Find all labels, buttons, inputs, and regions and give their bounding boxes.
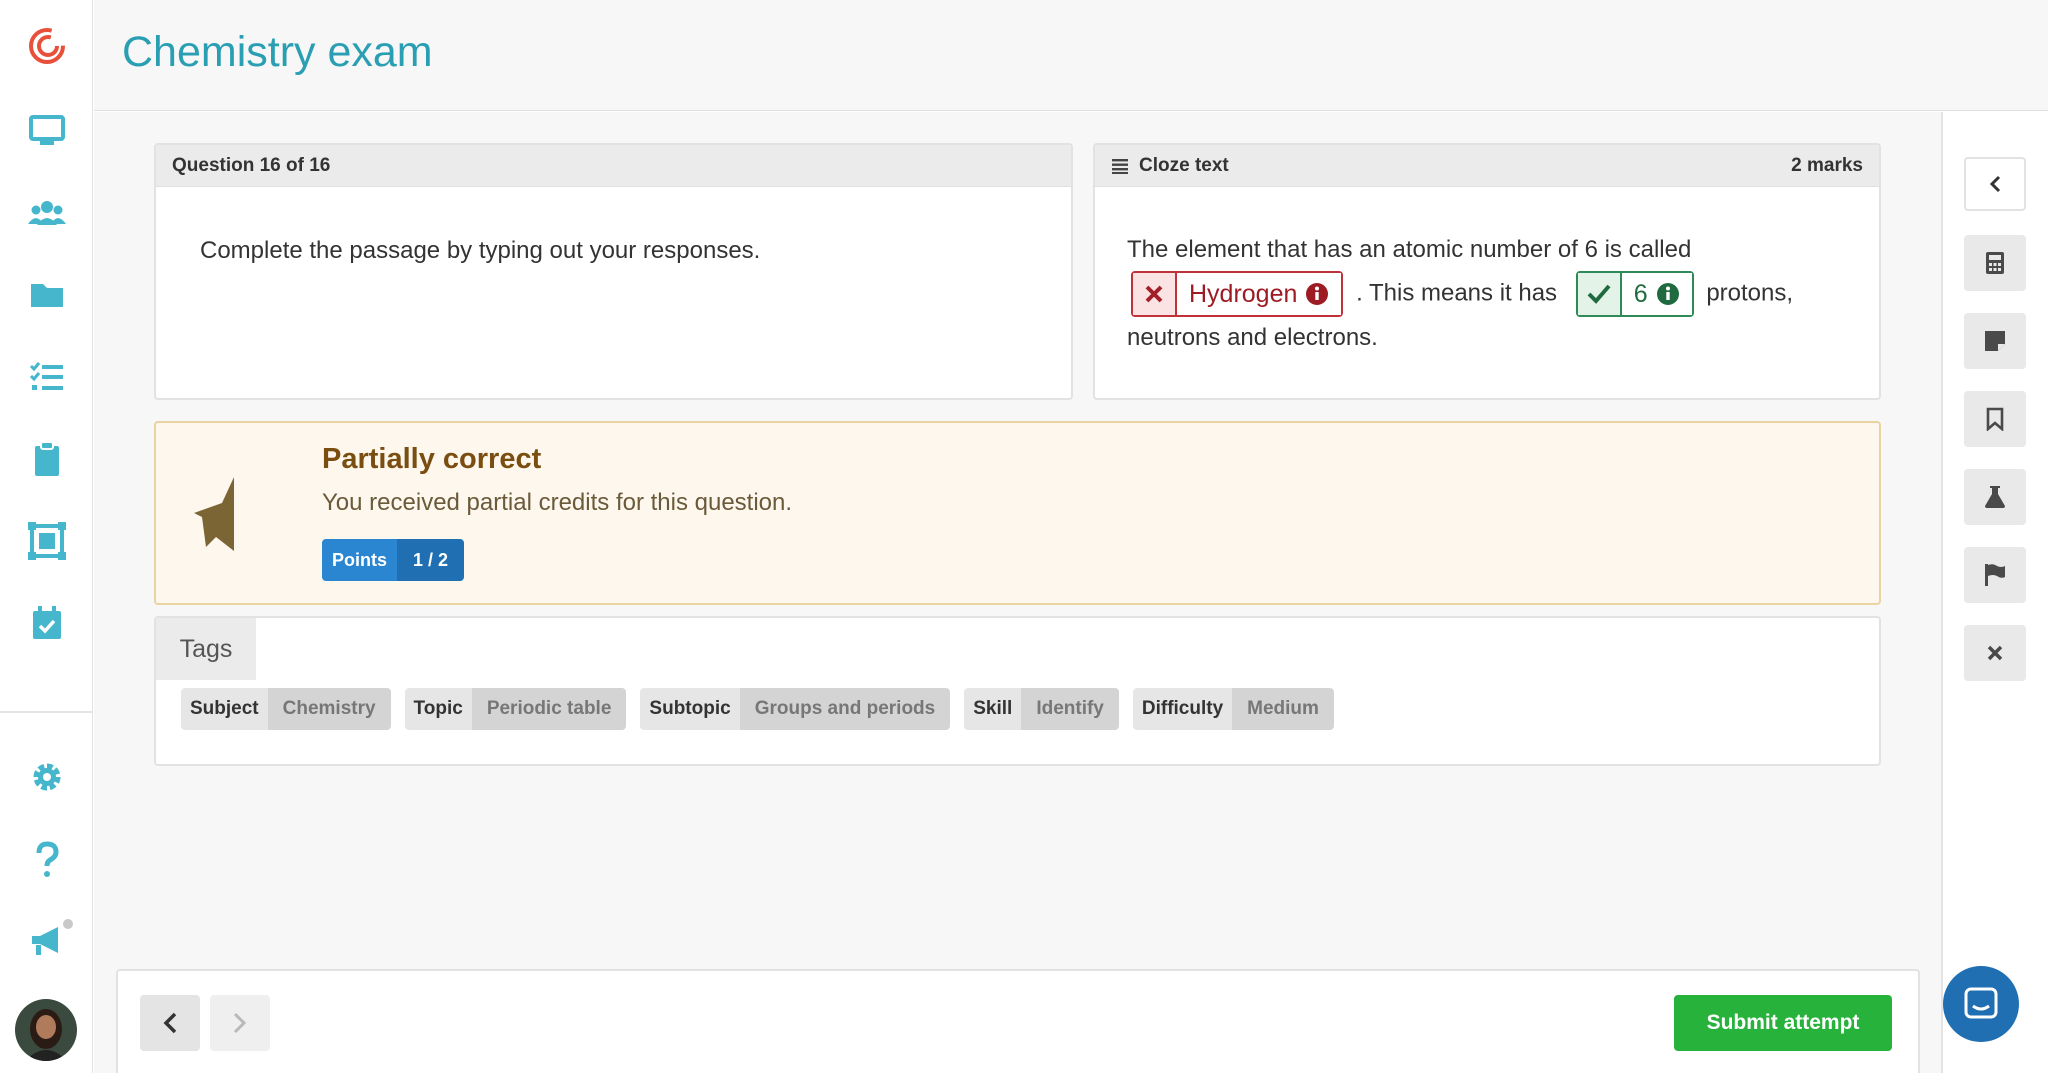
megaphone-icon[interactable] [0, 911, 93, 971]
page-title: Chemistry exam [122, 28, 433, 76]
tag-value: Identify [1021, 688, 1119, 730]
result-title: Partially correct [322, 443, 542, 475]
chevron-right-icon [233, 1012, 247, 1034]
question-card: Question 16 of 16 Complete the passage b… [154, 143, 1073, 400]
answer-chip-correct[interactable]: 6 [1575, 271, 1694, 317]
question-card-header: Question 16 of 16 [156, 145, 1071, 187]
notes-button[interactable] [1964, 313, 2026, 369]
help-icon[interactable] [0, 829, 93, 889]
submit-attempt-button[interactable]: Submit attempt [1674, 995, 1892, 1051]
cloze-card: Cloze text 2 marks The element that has … [1093, 143, 1881, 400]
tag-value: Groups and periods [739, 688, 951, 730]
answer-value-incorrect: Hydrogen [1189, 280, 1298, 308]
cloze-text-before: The element that has an atomic number of… [1127, 236, 1692, 263]
frame-icon[interactable] [0, 511, 93, 571]
chat-launcher-button[interactable] [1943, 966, 2019, 1042]
close-icon [1987, 645, 2003, 661]
collapse-panel-button[interactable] [1964, 157, 2026, 211]
clipboard-icon[interactable] [0, 429, 93, 489]
tags-panel: Tags Subject Chemistry Topic Periodic tabl… [154, 616, 1881, 766]
tag-key: Topic [404, 688, 472, 730]
tags-title: Tags [156, 618, 256, 680]
info-icon[interactable] [1656, 282, 1680, 306]
cloze-text-middle: . This means it has [1356, 279, 1558, 307]
chevron-left-icon [163, 1012, 177, 1034]
folder-icon[interactable] [0, 265, 93, 325]
flag-icon [1985, 564, 2005, 586]
tag-difficulty: Difficulty Medium [1132, 688, 1334, 730]
previous-question-button[interactable] [140, 995, 200, 1051]
calendar-check-icon[interactable] [0, 593, 93, 653]
tag-key: Subject [181, 688, 268, 730]
lab-tools-button[interactable] [1964, 469, 2026, 525]
tag-topic: Topic Periodic table [404, 688, 627, 730]
tag-value: Periodic table [471, 688, 627, 730]
result-description: You received partial credits for this qu… [322, 489, 793, 516]
tag-key: Subtopic [640, 688, 740, 730]
tag-list: Subject Chemistry Topic Periodic table Sub… [181, 688, 1334, 730]
marks-label: 2 marks [1791, 154, 1863, 176]
close-panel-button[interactable] [1964, 625, 2026, 681]
avatar[interactable] [15, 999, 77, 1061]
tag-key: Skill [964, 688, 1022, 730]
bookmark-button[interactable] [1964, 391, 2026, 447]
bottom-action-bar: Submit attempt [116, 969, 1920, 1073]
cloze-passage: The element that has an atomic number of… [1095, 187, 1879, 359]
checklist-icon[interactable] [0, 347, 93, 407]
info-icon[interactable] [1305, 282, 1329, 306]
note-icon [1985, 331, 2005, 351]
calculator-button[interactable] [1964, 235, 2026, 291]
tag-subtopic: Subtopic Groups and periods [640, 688, 951, 730]
next-question-button[interactable] [210, 995, 270, 1051]
tag-value: Medium [1232, 688, 1334, 730]
half-star-icon [194, 477, 234, 551]
list-icon [1112, 158, 1128, 174]
points-badge: Points 1 / 2 [322, 539, 465, 581]
cloze-type-label: Cloze text [1139, 154, 1229, 176]
cloze-card-header: Cloze text 2 marks [1095, 145, 1879, 187]
chat-icon [1964, 987, 1998, 1019]
sidebar-divider [0, 711, 93, 713]
calculator-icon [1986, 252, 2004, 274]
left-sidebar [0, 0, 93, 1073]
cross-icon [1145, 285, 1163, 303]
question-prompt: Complete the passage by typing out your … [200, 237, 761, 264]
question-number: Question 16 of 16 [172, 154, 331, 176]
notification-dot [61, 917, 75, 931]
tag-subject: Subject Chemistry [181, 688, 391, 730]
flag-question-button[interactable] [1964, 547, 2026, 603]
chevron-left-icon [1989, 175, 2001, 193]
settings-icon[interactable] [0, 747, 93, 807]
tag-value: Chemistry [267, 688, 391, 730]
tag-skill: Skill Identify [964, 688, 1119, 730]
answer-chip-incorrect[interactable]: Hydrogen [1131, 271, 1344, 317]
answer-value-correct: 6 [1633, 280, 1648, 308]
check-icon [1587, 284, 1611, 304]
points-value: 1 / 2 [397, 539, 465, 581]
result-panel: Partially correct You received partial c… [154, 421, 1881, 605]
users-icon[interactable] [0, 183, 93, 243]
bookmark-icon [1986, 407, 2004, 431]
logo-icon[interactable] [0, 16, 93, 76]
monitor-icon[interactable] [0, 101, 93, 161]
points-label: Points [322, 539, 398, 581]
right-panel-divider [1941, 112, 1943, 1073]
flask-icon [1985, 486, 2005, 508]
page-header: Chemistry exam [94, 0, 2048, 111]
tag-key: Difficulty [1132, 688, 1233, 730]
